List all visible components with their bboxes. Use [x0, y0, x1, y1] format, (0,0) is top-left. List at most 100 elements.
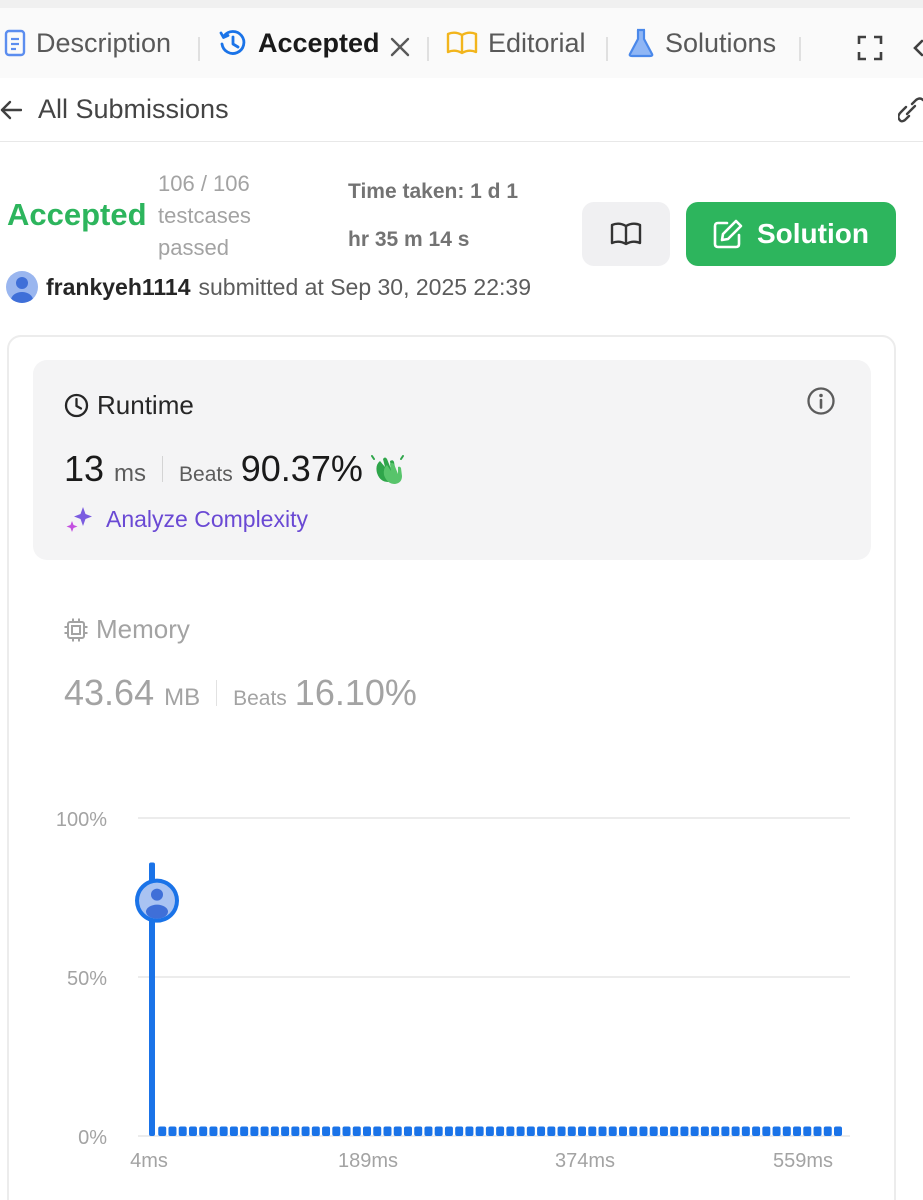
tab-editorial[interactable]: Editorial	[446, 8, 586, 78]
chart-bar	[373, 1126, 382, 1136]
memory-heading[interactable]: Memory	[64, 614, 190, 645]
solution-button[interactable]: Solution	[686, 202, 896, 266]
memory-metric: 43.64 MB Beats 16.10%	[64, 672, 417, 714]
y-tick-label: 50%	[67, 968, 107, 990]
runtime-beats-value: 90.37%	[240, 448, 363, 489]
chart-bar	[219, 1126, 228, 1136]
close-tab-icon[interactable]	[389, 36, 411, 58]
chart-bar	[465, 1126, 474, 1136]
chart-bar	[188, 1126, 197, 1136]
runtime-beats-label: Beats	[179, 463, 233, 486]
chart-bar	[608, 1126, 617, 1136]
memory-value: 43.64	[64, 672, 155, 713]
chart-bar	[700, 1126, 709, 1136]
metric-divider	[216, 680, 218, 706]
runtime-title: Runtime	[97, 390, 194, 420]
tab-description-label: Description	[36, 27, 172, 58]
tab-divider	[606, 37, 608, 61]
chart-bar	[455, 1126, 464, 1136]
x-tick-label: 559ms	[773, 1150, 833, 1172]
chart-bar	[229, 1126, 238, 1136]
book-icon	[610, 222, 642, 246]
username-link[interactable]: frankyeh1114	[46, 274, 191, 301]
info-icon[interactable]	[806, 386, 836, 416]
solution-button-label: Solution	[757, 218, 869, 249]
chart-bar	[209, 1126, 218, 1136]
notes-button[interactable]	[582, 202, 670, 266]
avatar[interactable]	[6, 271, 38, 303]
chart-bar	[670, 1126, 679, 1136]
chart-bar	[342, 1126, 351, 1136]
chart-bar	[578, 1126, 587, 1136]
tab-description[interactable]: Description	[4, 8, 171, 78]
chart-bar	[772, 1126, 781, 1136]
chart-bar	[250, 1126, 259, 1136]
chart-bar	[178, 1126, 187, 1136]
memory-unit: MB	[164, 684, 201, 711]
chart-bar	[281, 1126, 290, 1136]
chart-bar	[393, 1126, 402, 1136]
chart-bar	[731, 1126, 740, 1136]
chart-bar	[516, 1126, 525, 1136]
x-tick-label: 189ms	[338, 1150, 398, 1172]
document-icon	[4, 29, 26, 57]
analyze-complexity-button[interactable]: Analyze Complexity	[66, 505, 308, 533]
chart-bar	[158, 1126, 167, 1136]
chart-bar	[424, 1126, 433, 1136]
chart-bar	[547, 1126, 556, 1136]
runtime-value: 13	[64, 448, 105, 489]
tab-accepted-label: Accepted	[258, 27, 380, 58]
chart-bar	[434, 1126, 443, 1136]
testcases-passed-label: passed	[158, 235, 229, 260]
time-taken-line2: hr 35 m 14 s	[348, 228, 470, 251]
submission-status: Accepted	[7, 197, 147, 232]
chart-bar	[260, 1126, 269, 1136]
chart-bar	[557, 1126, 566, 1136]
submitter-row: frankyeh1114 submitted at Sep 30, 2025 2…	[6, 270, 531, 304]
tab-solutions[interactable]: Solutions	[627, 8, 776, 78]
runtime-metric: 13 ms Beats 90.37%	[64, 448, 405, 490]
clock-icon	[64, 393, 89, 418]
tab-divider	[799, 37, 801, 61]
chart-bar	[301, 1126, 310, 1136]
chart-bar	[496, 1126, 505, 1136]
chart-bar	[475, 1126, 484, 1136]
arrow-left-icon[interactable]	[0, 98, 22, 122]
memory-title: Memory	[96, 614, 190, 644]
x-tick-label: 4ms	[130, 1150, 168, 1172]
chart-bar	[782, 1126, 791, 1136]
chart-bar	[322, 1126, 331, 1136]
chart-bar	[332, 1126, 341, 1136]
chart-bar	[803, 1126, 812, 1136]
testcases-label: testcases	[158, 203, 251, 228]
testcases-count: 106 / 106	[158, 171, 250, 196]
chart-bar	[618, 1126, 627, 1136]
chart-bar	[834, 1126, 842, 1136]
user-marker-head	[151, 888, 163, 901]
window-top-strip	[0, 0, 923, 8]
all-submissions-link[interactable]: All Submissions	[38, 94, 229, 125]
runtime-unit: ms	[114, 460, 147, 487]
chart-bar	[659, 1126, 668, 1136]
chevron-left-icon[interactable]	[912, 35, 923, 61]
metric-divider	[162, 456, 164, 482]
chart-bar	[383, 1126, 392, 1136]
link-icon[interactable]	[898, 96, 923, 124]
chart-bar	[629, 1126, 638, 1136]
chart-bar	[506, 1126, 515, 1136]
tab-solutions-label: Solutions	[665, 27, 777, 58]
analyze-complexity-label: Analyze Complexity	[106, 505, 308, 532]
tab-divider	[198, 37, 200, 61]
tab-accepted[interactable]: Accepted	[218, 8, 380, 78]
submission-header: All Submissions	[0, 78, 923, 142]
memory-beats-label: Beats	[233, 687, 287, 710]
chart-bar	[485, 1126, 494, 1136]
chart-bar	[813, 1126, 822, 1136]
chart-bar	[363, 1126, 372, 1136]
chart-bar	[291, 1126, 300, 1136]
time-taken-line1: Time taken: 1 d 1	[348, 180, 519, 203]
history-icon	[219, 30, 246, 55]
chart-bar	[199, 1126, 208, 1136]
chart-bar	[649, 1126, 658, 1136]
fullscreen-icon[interactable]	[857, 35, 883, 61]
